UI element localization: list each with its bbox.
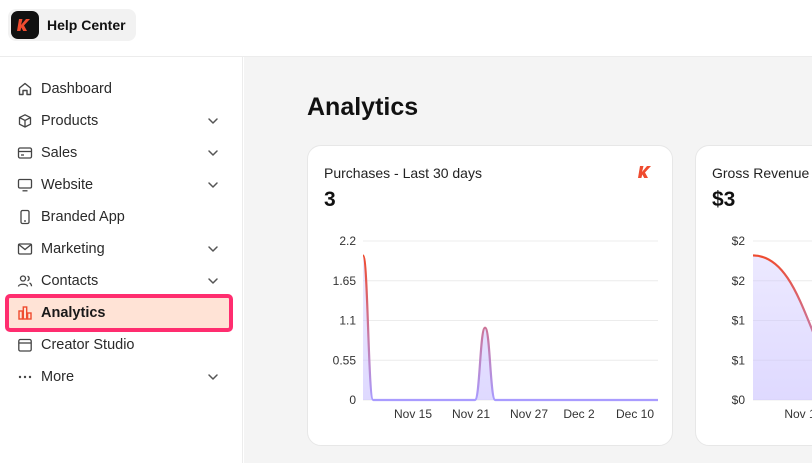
home-icon [17,81,33,97]
chevron-down-icon[interactable] [206,146,220,160]
chevron-down-icon[interactable] [206,274,220,288]
y-tick-label: 0 [349,393,356,407]
bar-chart-icon [17,305,33,321]
sidebar-item-label: Branded App [41,209,125,225]
gross-revenue-chart: $2 $2 $1 $1 $0 Nov 1 [732,234,812,421]
y-tick-label: 0.55 [333,353,357,367]
sidebar: Dashboard Products Sales Website Branded App… [0,57,243,463]
brand-logo-icon [11,11,39,39]
y-tick-label: $2 [732,234,746,248]
sidebar-item-analytics[interactable]: Analytics [5,294,233,332]
help-center-button[interactable]: Help Center [8,9,136,41]
sidebar-item-website[interactable]: Website [8,169,230,201]
x-tick-label: Dec 2 [563,407,595,421]
sidebar-item-contacts[interactable]: Contacts [8,265,230,297]
sidebar-item-label: Dashboard [41,81,112,97]
main-content: Analytics Purchases - Last 30 days 3 2.2… [244,57,812,463]
x-tick-label: Nov 27 [510,407,548,421]
sidebar-item-dashboard[interactable]: Dashboard [8,73,230,105]
x-tick-label: Nov 21 [452,407,490,421]
series-area [753,255,812,400]
sidebar-item-creator-studio[interactable]: Creator Studio [8,329,230,361]
monitor-icon [17,177,33,193]
calendar-icon [17,337,33,353]
sidebar-item-label: Sales [41,145,78,161]
chevron-down-icon[interactable] [206,178,220,192]
gross-revenue-card[interactable]: Gross Revenue $3 $2$2$1$1$0Nov 1 [695,145,812,446]
y-tick-label: 1.65 [333,274,357,288]
chevron-down-icon[interactable] [206,370,220,384]
ellipsis-icon [17,369,33,385]
chevron-down-icon[interactable] [206,242,220,256]
y-tick-label: $1 [732,353,746,367]
sidebar-item-more[interactable]: More [8,361,230,393]
page-title: Analytics [307,93,419,121]
credit-card-icon [17,145,33,161]
x-tick-label: Nov 15 [394,407,432,421]
purchases-card[interactable]: Purchases - Last 30 days 3 2.2 1.65 1.1 0.5… [307,145,673,446]
y-tick-label: $0 [732,393,746,407]
box-icon [17,113,33,129]
series-line [361,254,658,402]
sidebar-item-products[interactable]: Products [8,105,230,137]
users-icon [17,273,33,289]
series-area [363,255,658,400]
y-tick-label: $2 [732,274,746,288]
top-bar: Help Center [0,0,812,57]
y-tick-label: 1.1 [339,314,356,328]
chevron-down-icon[interactable] [206,114,220,128]
x-tick-label: Dec 10 [616,407,654,421]
sidebar-item-label: More [41,369,75,385]
y-tick-label: $1 [732,314,746,328]
x-tick-label: Nov 1 [784,407,812,421]
sidebar-item-label: Marketing [41,241,105,257]
sidebar-item-label: Contacts [41,273,99,289]
sidebar-item-label: Products [41,113,99,129]
y-tick-label: 2.2 [339,234,356,248]
sidebar-item-label: Creator Studio [41,337,135,353]
sidebar-item-label: Analytics [41,305,106,321]
sidebar-item-branded-app[interactable]: Branded App [8,201,230,233]
sidebar-item-label: Website [41,177,94,193]
purchases-chart: 2.2 1.65 1.1 0.55 0 Nov 15 Nov 21 Nov 27 Dec 2 De… [333,234,658,421]
phone-icon [17,209,33,225]
sidebar-item-sales[interactable]: Sales [8,137,230,169]
brand-label: Help Center [47,17,126,33]
sidebar-item-marketing[interactable]: Marketing [8,233,230,265]
mail-icon [17,241,33,257]
